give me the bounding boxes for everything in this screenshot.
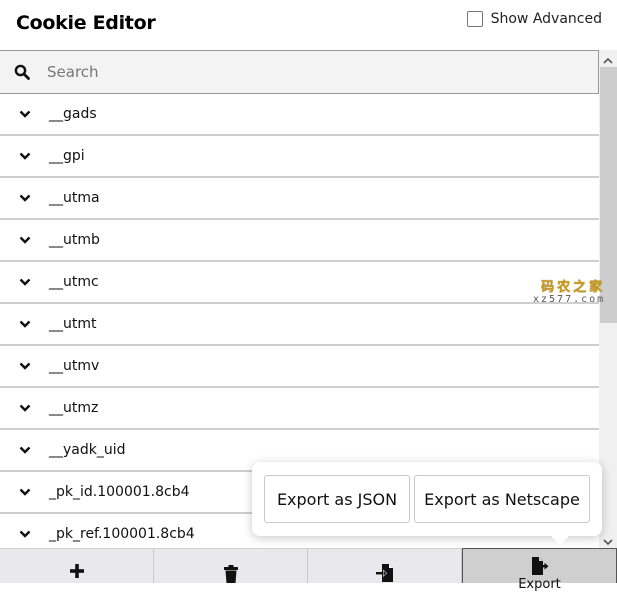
chevron-down-icon[interactable]	[19, 488, 31, 496]
chevron-up-icon	[603, 57, 613, 64]
export-icon	[531, 557, 548, 575]
cookie-name: __utmb	[49, 232, 100, 248]
cookie-row[interactable]: __utmz	[0, 388, 599, 430]
chevron-down-icon[interactable]	[19, 194, 31, 202]
cookie-row[interactable]: __utmb	[0, 220, 599, 262]
import-icon	[375, 564, 393, 582]
chevron-down-icon[interactable]	[19, 362, 31, 370]
search-bar	[0, 50, 599, 94]
trash-icon	[223, 565, 238, 583]
cookie-name: _pk_ref.100001.8cb4	[49, 526, 195, 542]
cookie-name: __gads	[49, 106, 97, 122]
cookie-name: __utmc	[49, 274, 99, 290]
search-input[interactable]	[47, 63, 547, 81]
page-title: Cookie Editor	[16, 12, 156, 34]
search-icon	[14, 64, 30, 80]
cookie-name: __utmv	[49, 358, 100, 374]
chevron-down-icon[interactable]	[19, 278, 31, 286]
cookie-row[interactable]: __gpi	[0, 136, 599, 178]
show-advanced-checkbox[interactable]	[466, 11, 483, 27]
cookie-name: __gpi	[49, 148, 85, 164]
export-popup: Export as JSON Export as Netscape	[252, 462, 602, 545]
chevron-down-icon	[603, 538, 613, 545]
plus-icon	[69, 564, 84, 578]
export-netscape-button[interactable]: Export as Netscape	[414, 475, 590, 523]
show-advanced-label: Show Advanced	[490, 11, 602, 27]
cookie-row[interactable]: __utmv	[0, 346, 599, 388]
chevron-down-icon[interactable]	[19, 110, 31, 118]
cookie-name: _pk_id.100001.8cb4	[49, 484, 190, 500]
chevron-down-icon[interactable]	[19, 320, 31, 328]
import-button[interactable]	[308, 549, 462, 583]
export-button-label: Export	[518, 577, 561, 592]
chevron-down-icon[interactable]	[19, 446, 31, 454]
chevron-down-icon[interactable]	[19, 152, 31, 160]
cookie-name: __utmt	[49, 316, 97, 332]
cookie-name: __yadk_uid	[49, 442, 126, 458]
cookie-row[interactable]: __utmt	[0, 304, 599, 346]
add-cookie-button[interactable]	[0, 549, 154, 583]
cookie-name: __utma	[49, 190, 100, 206]
cookie-name: __utmz	[49, 400, 99, 416]
cookie-row[interactable]: __utmc	[0, 262, 599, 304]
scrollbar-thumb[interactable]	[600, 67, 617, 323]
scroll-up-button[interactable]	[599, 52, 617, 68]
chevron-down-icon[interactable]	[19, 404, 31, 412]
bottom-toolbar: Export	[0, 548, 617, 592]
header: Cookie Editor Show Advanced	[0, 0, 617, 50]
chevron-down-icon[interactable]	[19, 530, 31, 538]
cookie-row[interactable]: __gads	[0, 94, 599, 136]
cookie-row[interactable]: __utma	[0, 178, 599, 220]
export-json-button[interactable]: Export as JSON	[264, 475, 410, 523]
chevron-down-icon[interactable]	[19, 236, 31, 244]
export-button[interactable]: Export	[462, 548, 617, 592]
delete-all-button[interactable]	[154, 549, 308, 583]
show-advanced-toggle[interactable]: Show Advanced	[466, 11, 602, 27]
